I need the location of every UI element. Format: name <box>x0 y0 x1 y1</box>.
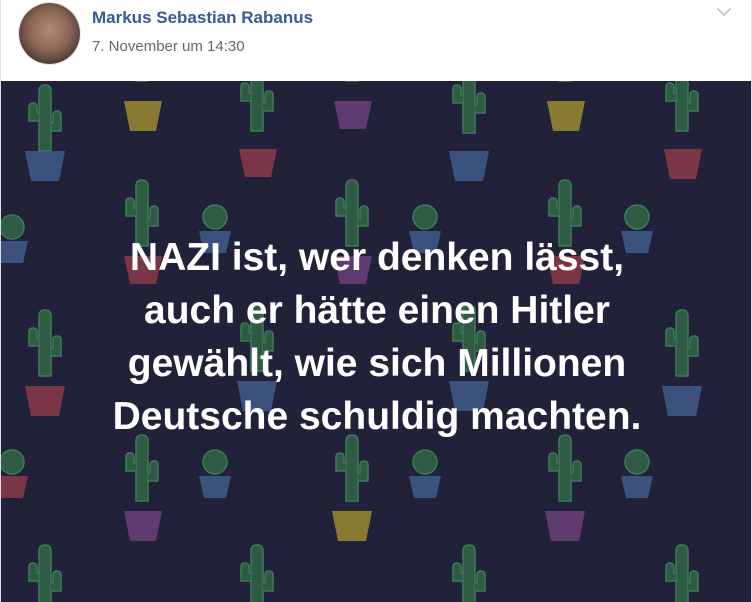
quote-line: gewählt, wie sich Millionen <box>127 342 627 385</box>
post-header: Markus Sebastian Rabanus 7. November um … <box>1 0 751 81</box>
image-quote-text: NAZI ist, wer denken lässt, auch er hätt… <box>1 231 751 443</box>
author-name-link[interactable]: Markus Sebastian Rabanus <box>92 8 313 28</box>
quote-line: auch er hätte einen Hitler <box>144 289 610 332</box>
quote-line: Deutsche schuldig machten. <box>112 395 642 438</box>
facebook-post: Markus Sebastian Rabanus 7. November um … <box>0 0 752 602</box>
post-timestamp[interactable]: 7. November um 14:30 <box>92 38 245 55</box>
chevron-down-icon[interactable] <box>717 6 731 18</box>
quote-line: NAZI ist, wer denken lässt, <box>129 236 625 279</box>
author-avatar[interactable] <box>19 3 80 64</box>
post-image[interactable]: NAZI ist, wer denken lässt, auch er hätt… <box>1 81 751 602</box>
